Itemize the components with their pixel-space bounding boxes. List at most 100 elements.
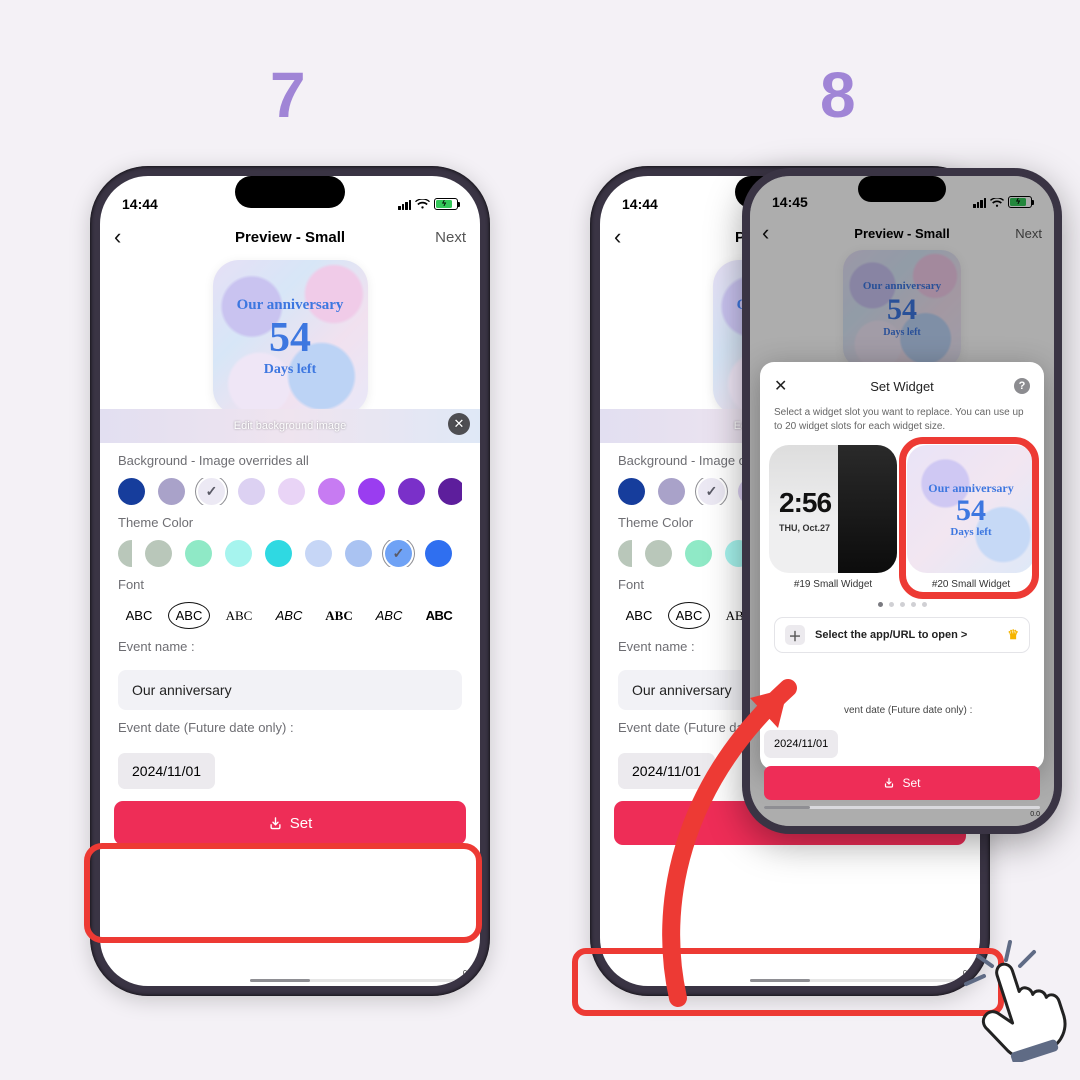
- widget-subtitle: Days left: [264, 362, 317, 378]
- pointer-hand-icon: [972, 952, 1068, 1062]
- notch: [235, 176, 345, 208]
- widget-slot-20[interactable]: Our anniversary 54 Days left #20 Small W…: [907, 445, 1035, 590]
- page-dots: [774, 602, 1030, 607]
- event-name-input[interactable]: [118, 670, 462, 710]
- scroll-page-indicator: 0.0: [963, 969, 974, 978]
- section-event-date: Event date (Future date only) : 2024/11/…: [100, 710, 480, 789]
- step-number-8: 8: [820, 58, 854, 132]
- color-swatch[interactable]: [185, 540, 212, 567]
- signal-icon: [398, 199, 411, 210]
- slot-19-label: #19 Small Widget: [769, 579, 897, 590]
- color-swatch[interactable]: [305, 540, 332, 567]
- mini-scrollbar[interactable]: [764, 806, 1040, 809]
- set-button-label: Set: [290, 815, 313, 832]
- font-options: ABCABCABCABCABCABCABCABC: [118, 602, 462, 629]
- next-button[interactable]: Next: [426, 229, 466, 246]
- font-option[interactable]: ABC: [118, 603, 160, 628]
- phone-frame-step7: 14:44 ϟ ‹ Preview - Small Next Our anniv…: [90, 166, 490, 996]
- color-swatch[interactable]: [658, 478, 685, 505]
- battery-icon: ϟ: [434, 198, 458, 210]
- notch: [858, 176, 946, 202]
- mini-event-date-label: vent date (Future date only) :: [844, 705, 1040, 716]
- edit-bg-label: Edit background image: [234, 420, 347, 432]
- font-option[interactable]: ABC: [418, 603, 460, 628]
- section-theme-label: Theme Color: [118, 515, 462, 530]
- widget-number: 54: [269, 316, 311, 360]
- color-swatch[interactable]: [438, 478, 462, 505]
- color-swatch[interactable]: [358, 478, 385, 505]
- page-title: Preview - Small: [235, 229, 345, 246]
- mini-set-label: Set: [902, 776, 920, 790]
- color-swatch[interactable]: [158, 478, 185, 505]
- color-swatch[interactable]: [645, 540, 672, 567]
- slot-20-label: #20 Small Widget: [907, 579, 1035, 590]
- color-swatch[interactable]: [118, 540, 132, 567]
- select-app-label: Select the app/URL to open >: [815, 629, 967, 641]
- widget-title: Our anniversary: [237, 297, 344, 314]
- event-date-picker[interactable]: 2024/11/01: [118, 753, 215, 789]
- color-swatch[interactable]: [618, 478, 645, 505]
- font-option[interactable]: ABC: [668, 602, 710, 629]
- section-font: Font ABCABCABCABCABCABCABCABC: [100, 567, 480, 629]
- widget-preview: Our anniversary 54 Days left: [213, 260, 368, 415]
- plus-icon: ＋: [785, 625, 805, 645]
- bottom-scrollbar[interactable]: [250, 979, 480, 982]
- color-swatch[interactable]: [618, 540, 632, 567]
- color-swatch[interactable]: [385, 540, 412, 567]
- mini-event-date[interactable]: 2024/11/01: [764, 730, 838, 758]
- color-swatch[interactable]: [225, 540, 252, 567]
- phone-frame-step8-front: 14:45 ϟ ‹ Preview - Small Next Our anniv…: [742, 168, 1062, 834]
- color-swatch[interactable]: [698, 478, 725, 505]
- status-time: 14:44: [122, 196, 158, 212]
- color-swatch[interactable]: [265, 540, 292, 567]
- section-theme: Theme Color: [100, 505, 480, 567]
- mini-scroll-page: 0.0: [764, 811, 1040, 818]
- font-option[interactable]: ABC: [218, 603, 260, 629]
- screen-step8-front: 14:45 ϟ ‹ Preview - Small Next Our anniv…: [750, 176, 1054, 826]
- slot-20-subtitle: Days left: [950, 526, 991, 538]
- scroll-page-indicator: 0.0: [463, 969, 474, 978]
- color-swatch[interactable]: [345, 540, 372, 567]
- font-option[interactable]: ABC: [168, 602, 210, 629]
- event-date-label: Event date (Future date only) :: [118, 720, 462, 735]
- font-option[interactable]: ABC: [368, 603, 410, 628]
- close-icon[interactable]: ✕: [448, 413, 470, 435]
- bottom-scrollbar[interactable]: [750, 979, 980, 982]
- slot-19-time: 2:56: [779, 487, 831, 519]
- step-number-7: 7: [270, 58, 304, 132]
- widget-slot-row: 2:56 THU, Oct.27 #19 Small Widget Our an…: [774, 445, 1030, 590]
- back-button[interactable]: ‹: [614, 224, 654, 250]
- event-name-label: Event name :: [118, 639, 462, 654]
- slot-20-thumb: Our anniversary 54 Days left: [907, 445, 1035, 573]
- select-app-row[interactable]: ＋ Select the app/URL to open > ♛: [774, 617, 1030, 653]
- theme-color-swatches: [118, 540, 462, 567]
- set-icon: [883, 777, 895, 789]
- color-swatch[interactable]: [118, 478, 145, 505]
- color-swatch[interactable]: [685, 540, 712, 567]
- slot-20-number: 54: [956, 496, 986, 526]
- slot-19-thumb: 2:56 THU, Oct.27: [769, 445, 897, 573]
- crown-icon: ♛: [1007, 627, 1019, 643]
- back-button[interactable]: ‹: [114, 224, 154, 250]
- color-swatch[interactable]: [398, 478, 425, 505]
- color-swatch[interactable]: [198, 478, 225, 505]
- modal-close-icon[interactable]: ✕: [774, 376, 787, 396]
- set-button[interactable]: Set: [114, 801, 466, 845]
- color-swatch[interactable]: [278, 478, 305, 505]
- color-swatch[interactable]: [145, 540, 172, 567]
- font-option[interactable]: ABC: [618, 603, 660, 628]
- widget-slot-19[interactable]: 2:56 THU, Oct.27 #19 Small Widget: [769, 445, 897, 590]
- modal-description: Select a widget slot you want to replace…: [774, 406, 1030, 433]
- font-option[interactable]: ABC: [268, 603, 310, 628]
- edit-bg-strip[interactable]: Edit background image ✕: [100, 409, 480, 443]
- color-swatch[interactable]: [318, 478, 345, 505]
- nav-bar: ‹ Preview - Small Next: [100, 218, 480, 254]
- screen-step7: 14:44 ϟ ‹ Preview - Small Next Our anniv…: [100, 176, 480, 986]
- color-swatch[interactable]: [238, 478, 265, 505]
- font-option[interactable]: ABC: [318, 603, 360, 629]
- slot-19-date: THU, Oct.27: [779, 523, 830, 533]
- event-date-picker[interactable]: 2024/11/01: [618, 753, 715, 789]
- help-icon[interactable]: ?: [1014, 378, 1030, 394]
- color-swatch[interactable]: [425, 540, 452, 567]
- mini-set-button[interactable]: Set: [764, 766, 1040, 800]
